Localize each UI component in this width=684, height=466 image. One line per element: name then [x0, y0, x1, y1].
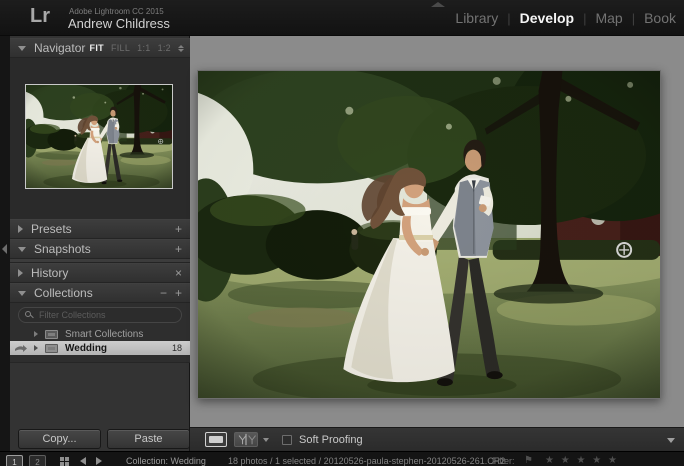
go-back-icon[interactable]	[80, 457, 86, 465]
collections-panel-header[interactable]: Collections − +	[10, 283, 190, 303]
filmstrip-status-text: 18 photos / 1 selected / 20120526-paula-…	[228, 456, 505, 466]
navigator-thumbnail[interactable]	[25, 84, 173, 189]
main-window-icon[interactable]: 1	[6, 455, 23, 466]
zoom-option-1-2[interactable]: 1:2	[158, 43, 171, 53]
disclosure-right-icon	[18, 225, 23, 233]
add-collection-button[interactable]: +	[175, 287, 182, 299]
module-tab-book[interactable]: Book	[644, 10, 676, 26]
module-tab-develop[interactable]: Develop	[520, 10, 574, 26]
navigator-title: Navigator	[34, 41, 85, 55]
top-panel-collapse-arrow-icon[interactable]	[431, 2, 445, 7]
history-title: History	[31, 266, 68, 280]
top-bar: Lr Adobe Lightroom CC 2015 Andrew Childr…	[0, 0, 684, 36]
current-collection-arrow-icon	[15, 345, 27, 352]
module-picker: Library | Develop | Map | Book	[455, 10, 676, 26]
copy-paste-row: Copy... Paste	[10, 428, 190, 451]
disclosure-down-icon	[18, 247, 26, 252]
collection-label: Smart Collections	[65, 329, 143, 340]
identity-plate: Andrew Childress	[68, 16, 170, 31]
module-tab-map[interactable]: Map	[595, 10, 622, 26]
snapshots-title: Snapshots	[34, 242, 91, 256]
collection-item-smart-collections[interactable]: Smart Collections	[10, 327, 190, 341]
remove-collection-button[interactable]: −	[160, 287, 167, 299]
separator: |	[583, 11, 586, 26]
collection-item-wedding[interactable]: Wedding 18	[10, 341, 190, 355]
disclosure-down-icon	[18, 46, 26, 51]
collections-filter-box	[18, 307, 182, 323]
filter-stars-icons[interactable]: ★ ★ ★ ★ ★	[545, 455, 619, 466]
zoom-option-1-1[interactable]: 1:1	[137, 43, 150, 53]
lightroom-window: Lr Adobe Lightroom CC 2015 Andrew Childr…	[0, 0, 684, 466]
filmstrip-filter-label: Filter:	[492, 456, 515, 466]
separator: |	[632, 11, 635, 26]
filmstrip-source-label[interactable]: Collection: Wedding	[126, 456, 206, 466]
snapshots-panel-header[interactable]: Snapshots +	[10, 239, 190, 259]
collection-label: Wedding	[65, 343, 107, 354]
soft-proofing-label: Soft Proofing	[299, 434, 363, 446]
navigator-panel-header[interactable]: Navigator FIT FILL 1:1 1:2	[10, 38, 190, 58]
main-photo[interactable]	[197, 70, 661, 399]
presets-panel-header[interactable]: Presets +	[10, 219, 190, 239]
collections-title: Collections	[34, 286, 93, 300]
before-after-view-icon[interactable]	[234, 432, 258, 447]
collection-icon	[45, 344, 58, 353]
add-preset-button[interactable]: +	[175, 223, 182, 235]
disclosure-right-icon	[18, 269, 23, 277]
disclosure-down-icon	[18, 291, 26, 296]
history-panel-header[interactable]: History ×	[10, 263, 190, 283]
filter-flag-icon[interactable]: ⚑	[524, 455, 533, 466]
lightroom-logo: Lr	[30, 5, 50, 28]
app-version-label: Adobe Lightroom CC 2015	[69, 7, 164, 16]
wedding-photo-image	[198, 71, 660, 398]
left-panel-collapse-arrow-icon[interactable]	[2, 244, 7, 254]
toolbar-options-dropdown-icon[interactable]	[667, 438, 675, 443]
zoom-option-fit[interactable]: FIT	[90, 43, 104, 53]
before-after-glyph	[235, 433, 257, 446]
navigator-preview-area	[10, 58, 190, 219]
before-after-dropdown-icon[interactable]	[263, 438, 269, 442]
separator: |	[507, 11, 510, 26]
filmstrip-bar: 1 2 Collection: Wedding 18 photos / 1 se…	[0, 451, 684, 466]
disclosure-right-icon	[34, 345, 38, 351]
navigator-photo-preview	[26, 85, 172, 188]
go-forward-icon[interactable]	[96, 457, 102, 465]
navigator-zoom-options: FIT FILL 1:1 1:2	[90, 43, 184, 53]
search-icon	[25, 311, 33, 319]
monitor-1-label: 1	[12, 458, 16, 466]
develop-toolbar: Soft Proofing	[190, 427, 684, 451]
zoom-ratio-swap-icon[interactable]	[178, 45, 184, 52]
collections-filter-input[interactable]	[39, 310, 175, 320]
module-tab-library[interactable]: Library	[455, 10, 498, 26]
presets-title: Presets	[31, 222, 72, 236]
smart-collection-icon	[45, 330, 58, 339]
disclosure-right-icon	[34, 331, 38, 337]
copy-button[interactable]: Copy...	[18, 429, 101, 449]
loupe-view-icon[interactable]	[205, 432, 227, 447]
left-panel: Navigator FIT FILL 1:1 1:2 Presets + Sna…	[10, 36, 190, 451]
monitor-2-label: 2	[35, 458, 39, 466]
left-panel-rail	[0, 36, 10, 451]
zoom-option-fill[interactable]: FILL	[111, 43, 130, 53]
second-window-icon[interactable]: 2	[29, 455, 46, 466]
photo-count-badge: 18	[172, 343, 182, 353]
soft-proofing-checkbox[interactable]	[282, 435, 292, 445]
develop-canvas	[190, 36, 684, 427]
paste-button[interactable]: Paste	[107, 429, 190, 449]
add-snapshot-button[interactable]: +	[175, 243, 182, 255]
clear-history-button[interactable]: ×	[175, 267, 182, 279]
grid-view-icon[interactable]	[60, 457, 69, 466]
